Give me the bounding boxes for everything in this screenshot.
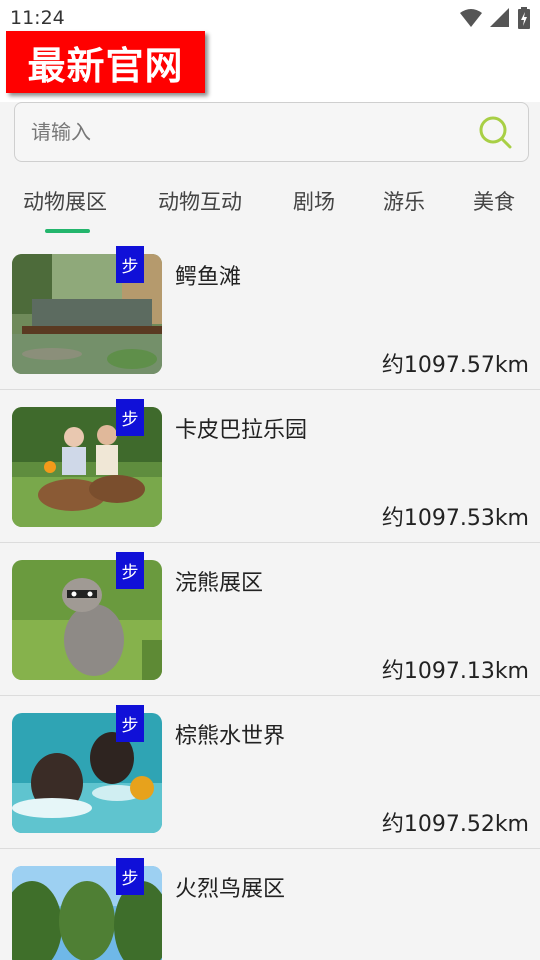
walk-badge: 步 bbox=[116, 705, 144, 742]
list-item[interactable]: 步 棕熊水世界 约1097.52km bbox=[0, 696, 540, 849]
item-distance: 约1097.57km bbox=[381, 353, 529, 378]
item-title: 卡皮巴拉乐园 bbox=[175, 418, 308, 443]
item-title: 鳄鱼滩 bbox=[175, 265, 242, 290]
active-tab-indicator bbox=[45, 229, 90, 233]
wifi-icon bbox=[460, 8, 482, 28]
logo-text: 最新官网 bbox=[27, 43, 184, 88]
item-title: 火烈鸟展区 bbox=[175, 877, 286, 902]
item-distance: 约1097.13km bbox=[381, 659, 529, 684]
tab-amusement[interactable]: 游乐 bbox=[383, 186, 425, 216]
tab-animal-interaction[interactable]: 动物互动 bbox=[158, 186, 242, 216]
battery-icon bbox=[518, 7, 530, 29]
item-title: 浣熊展区 bbox=[175, 571, 264, 596]
item-distance: 约1097.52km bbox=[381, 812, 529, 837]
list-item[interactable]: 步 火烈鸟展区 bbox=[0, 849, 540, 960]
item-title: 棕熊水世界 bbox=[175, 724, 286, 749]
header: 最新官网 bbox=[0, 31, 540, 102]
status-icons bbox=[460, 7, 530, 29]
category-tabs: 动物展区 动物互动 剧场 游乐 美食 bbox=[0, 170, 540, 236]
walk-badge: 步 bbox=[116, 552, 144, 589]
list-item[interactable]: 步 浣熊展区 约1097.13km bbox=[0, 543, 540, 696]
tab-animal-exhibit[interactable]: 动物展区 bbox=[23, 186, 107, 216]
signal-icon bbox=[490, 8, 510, 28]
walk-badge: 步 bbox=[116, 858, 144, 895]
tab-theater[interactable]: 剧场 bbox=[293, 186, 335, 216]
search-box[interactable] bbox=[14, 102, 529, 162]
search-icon[interactable] bbox=[478, 115, 512, 149]
list-item[interactable]: 步 鳄鱼滩 约1097.57km bbox=[0, 237, 540, 390]
walk-badge: 步 bbox=[116, 246, 144, 283]
walk-badge: 步 bbox=[116, 399, 144, 436]
item-distance: 约1097.53km bbox=[381, 506, 529, 531]
status-bar: 11:24 bbox=[0, 0, 540, 34]
site-logo: 最新官网 bbox=[6, 31, 205, 93]
list-item[interactable]: 步 卡皮巴拉乐园 约1097.53km bbox=[0, 390, 540, 543]
search-input[interactable] bbox=[31, 103, 471, 161]
tab-food[interactable]: 美食 bbox=[473, 186, 515, 216]
status-time: 11:24 bbox=[10, 7, 65, 29]
